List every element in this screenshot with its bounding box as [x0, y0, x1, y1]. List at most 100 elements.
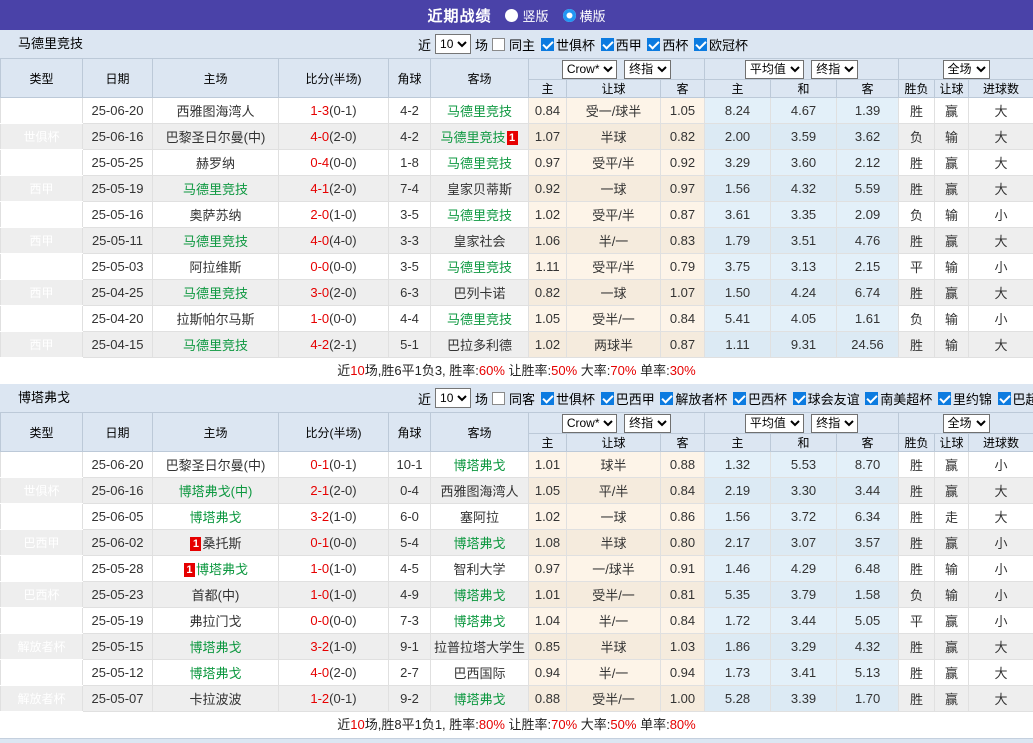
avg-provider-select[interactable]: 平均值 — [745, 60, 804, 79]
col-avg-away: 客 — [837, 434, 899, 452]
avg-draw-odds: 3.35 — [771, 202, 837, 228]
score: 0-0(0-0) — [279, 254, 389, 280]
avg-provider-select[interactable]: 平均值 — [745, 414, 804, 433]
avg-home-odds: 1.73 — [705, 660, 771, 686]
league-filter[interactable]: 巴西甲 — [601, 389, 655, 408]
league-filter[interactable]: 南美超杯 — [865, 389, 932, 408]
league-filter[interactable]: 巴超杯 — [998, 389, 1033, 408]
radio-vertical-label: 竖版 — [522, 6, 548, 25]
summary-part: 60% — [479, 363, 505, 378]
avg-final-select[interactable]: 终指 — [811, 414, 858, 433]
avg-final-select[interactable]: 终指 — [811, 60, 858, 79]
corner-score: 5-4 — [389, 530, 431, 556]
league-filter[interactable]: 解放者杯 — [660, 389, 727, 408]
checkbox-checked-icon — [541, 38, 554, 51]
col-score: 比分(半场) — [279, 59, 389, 98]
same-away-checkbox[interactable] — [492, 392, 505, 405]
corner-score: 5-1 — [389, 332, 431, 358]
home-team-name: 马德里竞技 — [183, 234, 248, 249]
score: 1-0(1-0) — [279, 582, 389, 608]
handicap-away-odds: 0.91 — [661, 556, 705, 582]
score: 4-2(2-1) — [279, 332, 389, 358]
result-goals: 大 — [969, 504, 1033, 530]
handicap-away-odds: 0.87 — [661, 202, 705, 228]
away-team-name: 马德里竞技 — [447, 260, 512, 275]
handicap-line: 半/一 — [567, 228, 661, 254]
scope-select[interactable]: 全场 — [943, 414, 990, 433]
handicap-provider-select[interactable]: Crow* — [562, 60, 617, 79]
layout-horizontal-radio[interactable]: 横版 — [563, 6, 606, 25]
handicap-final-select[interactable]: 终指 — [624, 60, 671, 79]
recent-count-select[interactable]: 10 — [435, 388, 471, 408]
scope-select[interactable]: 全场 — [943, 60, 990, 79]
halftime-score: (0-1) — [329, 457, 356, 472]
col-type: 类型 — [1, 59, 83, 98]
avg-home-odds: 1.56 — [705, 176, 771, 202]
handicap-away-odds: 0.92 — [661, 150, 705, 176]
record-summary: 近10场,胜8平1负1, 胜率:80% 让胜率:70% 大率:50% 单率:80… — [0, 712, 1033, 738]
league-filter[interactable]: 欧冠杯 — [694, 35, 748, 54]
summary-part: 70% — [551, 717, 577, 732]
page-title: 近期战绩 — [427, 5, 491, 26]
corner-score: 9-1 — [389, 634, 431, 660]
home-team-name: 马德里竞技 — [183, 338, 248, 353]
result-wdl: 胜 — [899, 556, 935, 582]
avg-home-odds: 2.19 — [705, 478, 771, 504]
handicap-away-odds: 1.05 — [661, 98, 705, 124]
matches-table-2: 类型 日期 主场 比分(半场) 角球 客场 Crow* 终指 平均值 终指 全场… — [0, 412, 1033, 712]
checkbox-checked-icon — [647, 38, 660, 51]
league-filter[interactable]: 世俱杯 — [541, 35, 595, 54]
league-badge: 西甲 — [1, 306, 83, 332]
avg-home-odds: 1.86 — [705, 634, 771, 660]
result-handicap: 赢 — [935, 98, 969, 124]
score: 0-1(0-0) — [279, 530, 389, 556]
result-goals: 大 — [969, 280, 1033, 306]
league-filter[interactable]: 西甲 — [601, 35, 642, 54]
result-handicap: 走 — [935, 504, 969, 530]
league-filter[interactable]: 巴西杯 — [733, 389, 787, 408]
result-handicap: 赢 — [935, 478, 969, 504]
same-home-checkbox[interactable] — [492, 38, 505, 51]
handicap-final-select[interactable]: 终指 — [624, 414, 671, 433]
halftime-score: (2-1) — [329, 337, 356, 352]
avg-away-odds: 5.05 — [837, 608, 899, 634]
avg-draw-odds: 3.29 — [771, 634, 837, 660]
league-filter[interactable]: 球会友谊 — [793, 389, 860, 408]
fulltime-score: 0-4 — [310, 155, 329, 170]
result-handicap: 输 — [935, 332, 969, 358]
score: 1-2(0-1) — [279, 686, 389, 712]
col-corner: 角球 — [389, 59, 431, 98]
away-team-name: 博塔弗戈 — [453, 692, 505, 707]
league-filter[interactable]: 里约锦 — [938, 389, 992, 408]
handicap-select-group: Crow* 终指 — [529, 59, 705, 80]
halftime-score: (1-0) — [329, 207, 356, 222]
handicap-home-odds: 0.97 — [529, 150, 567, 176]
avg-draw-odds: 4.05 — [771, 306, 837, 332]
avg-home-odds: 8.24 — [705, 98, 771, 124]
home-team-name: 桑托斯 — [202, 536, 241, 551]
handicap-provider-select[interactable]: Crow* — [562, 414, 617, 433]
league-badge: 西甲 — [1, 202, 83, 228]
layout-vertical-radio[interactable]: 竖版 — [505, 6, 548, 25]
away-team-name: 西雅图海湾人 — [440, 484, 518, 499]
match-date: 25-04-20 — [83, 306, 153, 332]
avg-away-odds: 1.58 — [837, 582, 899, 608]
league-filter[interactable]: 世俱杯 — [541, 389, 595, 408]
avg-draw-odds: 3.79 — [771, 582, 837, 608]
result-handicap: 赢 — [935, 608, 969, 634]
match-row: 巴西杯 25-05-23 首都(中) 1-0(1-0) 4-9 博塔弗戈 1.0… — [1, 582, 1033, 608]
away-team-name: 塞阿拉 — [460, 510, 499, 525]
away-team: 巴列卡诺 — [431, 280, 529, 306]
league-badge: 世俱杯 — [1, 98, 83, 124]
handicap-line: 受平/半 — [567, 254, 661, 280]
match-row: 世俱杯 25-06-20 巴黎圣日尔曼(中) 0-1(0-1) 10-1 博塔弗… — [1, 452, 1033, 478]
home-team: 卡拉波波 — [153, 686, 279, 712]
recent-count-select[interactable]: 10 — [435, 34, 471, 54]
handicap-line: 两球半 — [567, 332, 661, 358]
league-filter-label: 里约锦 — [953, 389, 992, 408]
handicap-home-odds: 1.07 — [529, 124, 567, 150]
league-filter[interactable]: 西杯 — [647, 35, 688, 54]
score: 2-1(2-0) — [279, 478, 389, 504]
avg-draw-odds: 4.29 — [771, 556, 837, 582]
games-label: 场 — [475, 389, 488, 408]
